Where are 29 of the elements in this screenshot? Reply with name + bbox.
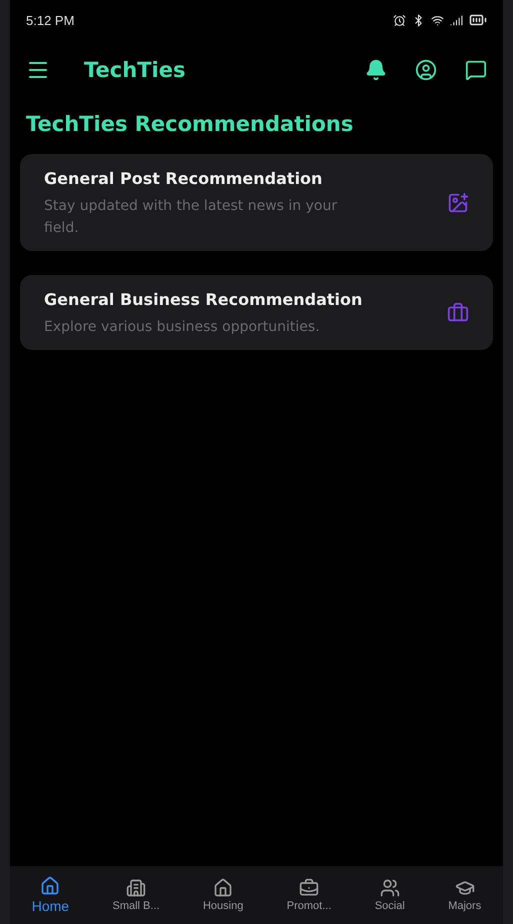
nav-tab[interactable]: Home (30, 874, 72, 916)
nav-tab[interactable]: Housing (200, 876, 246, 914)
bell-icon[interactable] (365, 59, 387, 81)
building-icon (126, 878, 146, 898)
page-heading: TechTies Recommendations (26, 112, 354, 136)
bluetooth-icon (412, 14, 425, 26)
signal-icon (450, 14, 463, 26)
card-description: Explore various business opportunities. (44, 318, 321, 337)
nav-tab[interactable]: Social (372, 876, 407, 914)
people-icon (380, 878, 400, 898)
alarm-icon (393, 14, 406, 26)
profile-icon[interactable] (415, 59, 437, 81)
briefcase-icon (447, 302, 469, 324)
nav-tab[interactable]: Promot... (284, 876, 334, 914)
image-plus-icon (447, 192, 469, 214)
recommendation-card[interactable]: General Business Recommendation Explore various business opportunities. (20, 275, 493, 350)
nav-tab[interactable]: Small B... (110, 876, 162, 914)
card-description: Stay updated with the latest news in your field. (44, 197, 338, 238)
home-icon (40, 876, 60, 896)
house-icon (213, 878, 234, 898)
app-title: TechTies (84, 58, 186, 82)
status-time: 5:12 PM (26, 12, 74, 28)
briefcase-icon (299, 878, 320, 898)
recommendation-card[interactable]: General Post Recommendation Stay updated with the latest news in your field. (20, 154, 493, 251)
nav-tab[interactable]: Majors (446, 876, 484, 914)
chat-icon[interactable] (465, 59, 487, 81)
card-title: General Business Recommendation (44, 289, 364, 311)
wifi-icon (431, 14, 444, 26)
card-title: General Post Recommendation (44, 168, 324, 190)
